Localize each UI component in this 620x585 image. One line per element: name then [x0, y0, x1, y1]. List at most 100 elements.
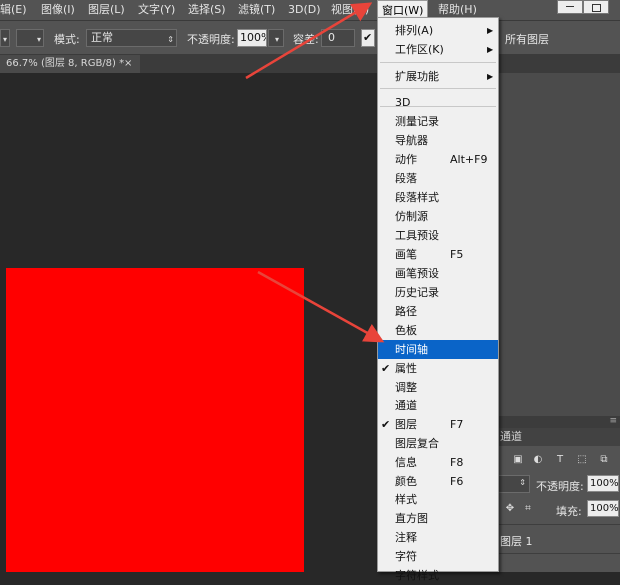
window-menu-item[interactable]: ✔ 属性 [378, 359, 498, 378]
menu-separator [380, 88, 496, 89]
window-menu-item[interactable]: 直方图 [378, 509, 498, 528]
mode-select[interactable]: 正常 ⇕ [86, 29, 177, 47]
window-menu-item[interactable]: 信息 F8 [378, 453, 498, 472]
checkmark-icon: ✔ [381, 361, 391, 375]
restore-window-icon [591, 4, 601, 12]
anti-alias-checkbox[interactable]: ✔ [361, 29, 375, 47]
window-menu-item-label: 属性 [395, 361, 417, 375]
checkmark-icon: ✔ [363, 31, 373, 44]
window-menu-item-label: 画笔预设 [395, 267, 439, 280]
move-lock-icon[interactable]: ✥ [504, 503, 516, 514]
chevron-down-icon: ▾ [36, 35, 41, 44]
window-menu-item[interactable]: 历史记录 [378, 283, 498, 302]
menu-3d[interactable]: 3D(D) [288, 0, 321, 20]
close-tab-icon[interactable]: × [124, 55, 132, 73]
window-menu-item[interactable]: 字符 [378, 547, 498, 566]
menu-separator [380, 62, 496, 63]
chevron-down-icon: ▾ [274, 35, 279, 44]
menu-filter[interactable]: 滤镜(T) [238, 0, 275, 20]
document-tab[interactable]: 66.7% (图层 8, RGB/8) * × [0, 55, 140, 73]
menu-separator [380, 106, 496, 107]
window-menu-item-shortcut: F7 [450, 418, 464, 432]
window-menu-item[interactable]: 工作区(K) ▶ [378, 40, 498, 59]
window-menu-item[interactable]: 排列(A) ▶ [378, 21, 498, 40]
opacity-input[interactable]: 100% [237, 29, 267, 47]
window-menu-item[interactable]: 段落样式 [378, 188, 498, 207]
menu-select[interactable]: 选择(S) [188, 0, 226, 20]
window-menu-item-shortcut: F8 [450, 455, 464, 469]
minimize-window-icon [566, 6, 574, 7]
window-menu-item-label: 字符 [395, 549, 417, 563]
window-menu-item[interactable]: 工具预设 [378, 226, 498, 245]
restore-window-button[interactable] [583, 0, 609, 14]
blend-mode-select[interactable]: ⇕ [498, 475, 530, 493]
window-menu-item[interactable]: 仿制源 [378, 207, 498, 226]
red-square-layer[interactable] [6, 268, 304, 572]
tolerance-value: 0 [328, 31, 335, 44]
window-menu-item[interactable]: 画笔 F5 [378, 245, 498, 264]
minimize-window-button[interactable] [557, 0, 583, 14]
window-menu-item[interactable]: 注释 [378, 528, 498, 547]
tolerance-input[interactable]: 0 [321, 29, 355, 47]
window-menu-item-shortcut: F5 [450, 248, 464, 261]
panel-menu-icon[interactable]: ≡ [609, 416, 617, 426]
menu-edit[interactable]: 辑(E) [0, 0, 27, 20]
layer-opacity-input[interactable]: 100% [587, 475, 619, 492]
layer-name: 图层 1 [500, 535, 533, 548]
layer-row[interactable] [498, 553, 620, 573]
menu-layer[interactable]: 图层(L) [88, 0, 125, 20]
menu-view[interactable]: 视图(V) [331, 0, 369, 20]
window-menu-item-label: 注释 [395, 531, 417, 544]
adjustment-filter-icon[interactable]: ◐ [532, 454, 544, 465]
window-menu-item-label: 时间轴 [395, 343, 428, 356]
window-menu-item-label: 颜色 [395, 474, 417, 488]
window-menu-item[interactable]: 动作 Alt+F9 [378, 150, 498, 169]
fill-input[interactable]: 100% [587, 500, 619, 517]
tab-channels[interactable]: 通道 [500, 428, 522, 446]
submenu-arrow-icon: ▶ [487, 72, 494, 81]
menu-type[interactable]: 文字(Y) [138, 0, 175, 20]
window-menu-item[interactable]: ✔ 图层 F7 [378, 415, 498, 434]
shape-filter-icon[interactable]: ⬚ [576, 454, 588, 465]
artboard-lock-icon[interactable]: ⌗ [522, 503, 534, 514]
brush-size-picker[interactable]: ▾ [16, 29, 44, 47]
layer-opacity-label: 不透明度: [536, 480, 584, 493]
properties-panel [498, 73, 620, 416]
text-filter-icon[interactable]: T [554, 454, 566, 465]
window-menu-item-label: 调整 [395, 380, 417, 394]
window-menu-item-label: 图层 [395, 418, 417, 432]
window-menu-item-label: 字符样式 [395, 568, 439, 582]
window-menu-item[interactable]: 测量记录 [378, 112, 498, 131]
window-menu-item[interactable]: 颜色 F6 [378, 472, 498, 491]
window-menu-item[interactable]: 图层复合 [378, 434, 498, 453]
window-menu-item-label: 色板 [395, 324, 417, 337]
window-menu-item[interactable]: 3D [378, 93, 498, 112]
window-menu-item-label: 图层复合 [395, 437, 439, 450]
window-menu-item[interactable]: 段落 [378, 169, 498, 188]
right-panel-dock: ≡ 通道 ▣ ◐ T ⬚ ⧉ ⇕ 不透明度: 100% ✥ ⌗ 填充: 100%… [498, 73, 620, 572]
window-menu-item[interactable]: 色板 [378, 321, 498, 340]
window-menu-item-label: 测量记录 [395, 115, 439, 128]
window-menu-item[interactable]: 调整 [378, 378, 498, 397]
window-menu-item[interactable]: 导航器 [378, 131, 498, 150]
opacity-label: 不透明度: [187, 33, 235, 46]
window-menu-item[interactable]: 样式 [378, 490, 498, 509]
smart-filter-icon[interactable]: ⧉ [598, 454, 610, 465]
window-menu-item-label: 样式 [395, 493, 417, 507]
tool-preset-picker[interactable]: ▾ [0, 29, 10, 47]
window-menu-item[interactable]: 画笔预设 [378, 264, 498, 283]
layer-row[interactable]: 图层 1 [498, 524, 620, 553]
window-menu-item-label: 工具预设 [395, 229, 439, 242]
window-menu-item-label: 3D [395, 96, 411, 109]
image-filter-icon[interactable]: ▣ [512, 454, 524, 465]
window-menu-item-shortcut: Alt+F9 [450, 153, 488, 166]
window-menu-item[interactable]: 扩展功能 ▶ [378, 67, 498, 86]
chevron-down-icon: ⇕ [167, 35, 174, 44]
window-menu-item[interactable]: 时间轴 [378, 340, 498, 359]
window-menu-item[interactable]: 通道 [378, 396, 498, 415]
window-menu-item[interactable]: 路径 [378, 302, 498, 321]
opacity-slider-toggle[interactable]: ▾ [268, 29, 284, 47]
window-menu-item-label: 导航器 [395, 134, 428, 147]
menu-image[interactable]: 图像(I) [41, 0, 75, 20]
window-menu-item[interactable]: 字符样式 [378, 566, 498, 585]
